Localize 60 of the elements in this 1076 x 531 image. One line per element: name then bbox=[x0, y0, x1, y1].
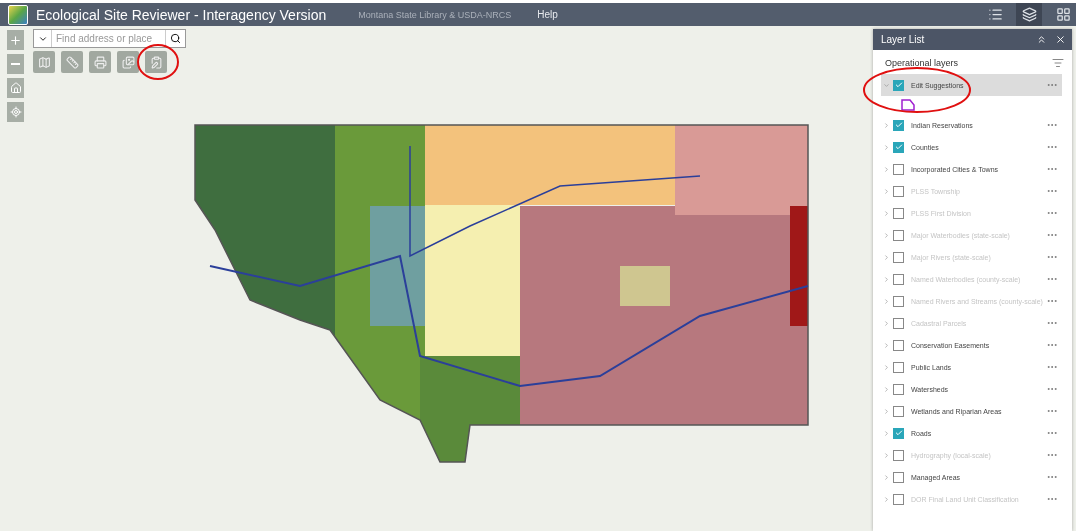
layer-checkbox[interactable] bbox=[893, 163, 904, 175]
caret-icon[interactable] bbox=[883, 341, 891, 349]
layer-checkbox[interactable] bbox=[893, 471, 904, 483]
print-button[interactable] bbox=[89, 51, 111, 73]
check-icon bbox=[894, 143, 903, 151]
caret-icon[interactable] bbox=[883, 121, 891, 129]
search-field[interactable]: Find address or place bbox=[33, 29, 186, 48]
layer-checkbox[interactable] bbox=[893, 141, 904, 153]
filter-icon bbox=[1052, 57, 1064, 69]
section-title: Operational layers bbox=[885, 58, 960, 68]
caret-icon[interactable] bbox=[883, 143, 891, 151]
ruler-icon bbox=[65, 55, 79, 69]
layer-checkbox[interactable] bbox=[893, 361, 904, 373]
minus-icon bbox=[11, 63, 20, 65]
double-chevron-icon bbox=[1036, 34, 1047, 45]
filter-button[interactable] bbox=[1052, 57, 1064, 69]
check-icon bbox=[894, 429, 903, 437]
basemap-button[interactable] bbox=[117, 51, 139, 73]
annotation-circle bbox=[137, 44, 179, 80]
layer-checkbox[interactable] bbox=[893, 119, 904, 131]
grid-icon bbox=[1055, 7, 1071, 22]
search-icon bbox=[170, 33, 181, 44]
layers-icon bbox=[1021, 7, 1037, 22]
check-icon bbox=[894, 121, 903, 129]
list-icon bbox=[987, 7, 1003, 22]
check-icon bbox=[894, 81, 903, 89]
caret-icon[interactable] bbox=[883, 385, 891, 393]
panel-title: Layer List bbox=[881, 34, 926, 45]
home-button[interactable] bbox=[7, 78, 24, 98]
header-tool-button[interactable] bbox=[1016, 3, 1042, 26]
layer-checkbox[interactable] bbox=[893, 427, 904, 439]
zoom-in-button[interactable] bbox=[7, 30, 24, 50]
app-logo bbox=[8, 4, 28, 25]
locate-button[interactable] bbox=[7, 102, 24, 122]
layer-checkbox[interactable] bbox=[893, 383, 904, 395]
layer-checkbox[interactable] bbox=[893, 405, 904, 417]
polygon-symbol-icon bbox=[901, 99, 915, 111]
close-icon bbox=[1055, 34, 1066, 45]
layer-checkbox[interactable] bbox=[893, 79, 904, 91]
zoom-out-button[interactable] bbox=[7, 54, 24, 74]
caret-icon[interactable] bbox=[883, 165, 891, 173]
caret-icon[interactable] bbox=[883, 429, 891, 437]
home-icon bbox=[9, 82, 22, 94]
app-title: Ecological Site Reviewer - Interagency Version bbox=[36, 6, 327, 23]
caret-icon[interactable] bbox=[883, 407, 891, 415]
plus-icon bbox=[9, 33, 22, 47]
crosshair-icon bbox=[9, 106, 22, 118]
clipboard-edit-icon bbox=[149, 55, 163, 69]
layer-checkbox[interactable] bbox=[893, 339, 904, 351]
caret-icon[interactable] bbox=[883, 363, 891, 371]
header-link[interactable]: Help bbox=[537, 9, 558, 20]
map-icon bbox=[37, 55, 51, 69]
caret-icon[interactable] bbox=[883, 473, 891, 481]
header-link[interactable]: Montana State Library & USDA-NRCS bbox=[358, 9, 512, 20]
measure-button[interactable] bbox=[61, 51, 83, 73]
map-tool-button[interactable] bbox=[33, 51, 55, 73]
printer-icon bbox=[93, 55, 107, 69]
collapse-button[interactable] bbox=[1036, 34, 1047, 45]
close-button[interactable] bbox=[1055, 34, 1066, 45]
images-icon bbox=[121, 55, 135, 69]
